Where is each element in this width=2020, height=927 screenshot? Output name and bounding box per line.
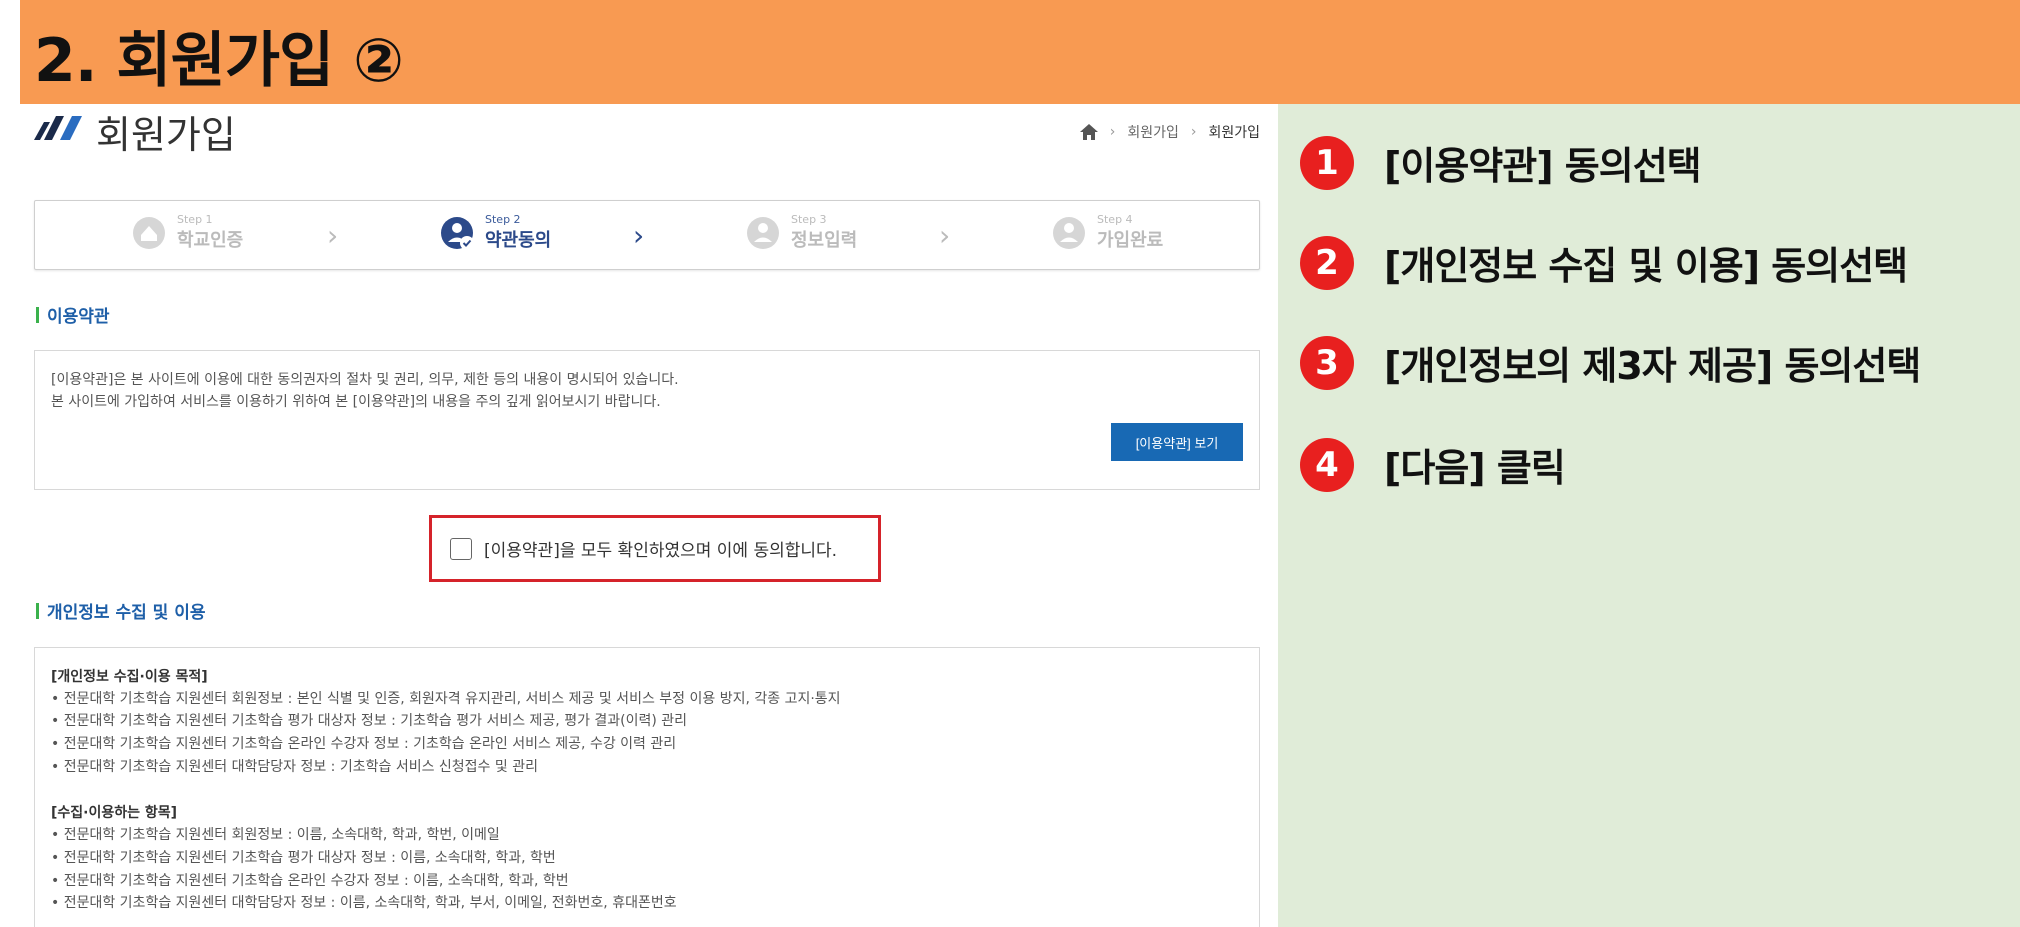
- instruction-text: [개인정보 수집 및 이용] 동의선택: [1384, 244, 1908, 288]
- step-3: Step 3 정보입력: [745, 213, 857, 252]
- privacy-section-title: 개인정보 수집 및 이용: [36, 598, 206, 623]
- privacy-purpose-item: • 전문대학 기초학습 지원센터 대학담당자 정보 : 기초학습 서비스 신청접…: [51, 759, 538, 775]
- step-label: 정보입력: [791, 230, 858, 251]
- privacy-collected-item: • 전문대학 기초학습 지원센터 대학담당자 정보 : 이름, 소속대학, 학과…: [51, 895, 677, 911]
- step-number-badge: 3: [1300, 335, 1354, 390]
- user-check-icon: [441, 216, 474, 250]
- instructions-panel: 1 [이용약관] 동의선택 2 [개인정보 수집 및 이용] 동의선택 3 [개…: [1278, 104, 2020, 927]
- step-sub: Step 3: [791, 213, 827, 226]
- step-number-badge: 1: [1300, 135, 1354, 190]
- privacy-items-heading: [수집·이용하는 항목]: [51, 805, 178, 821]
- section-title-text: 개인정보 수집 및 이용: [47, 603, 206, 623]
- user-complete-icon: [1053, 216, 1085, 249]
- chevron-right-icon: ›: [939, 219, 951, 252]
- terms-box: [이용약관]은 본 사이트에 이용에 대한 동의권자의 절차 및 권리, 의무,…: [34, 350, 1260, 490]
- instruction-3: 3 [개인정보의 제3자 제공] 동의선택: [1300, 335, 1921, 390]
- privacy-purpose-item: • 전문대학 기초학습 지원센터 기초학습 온라인 수강자 정보 : 기초학습 …: [51, 736, 677, 752]
- step-label: 학교인증: [177, 230, 244, 251]
- privacy-purpose-item: • 전문대학 기초학습 지원센터 기초학습 평가 대상자 정보 : 기초학습 평…: [51, 713, 688, 729]
- privacy-collected-item: • 전문대학 기초학습 지원센터 기초학습 평가 대상자 정보 : 이름, 소속…: [51, 850, 556, 866]
- step-sub: Step 1: [177, 213, 213, 226]
- title-banner: 2. 회원가입 ②: [20, 0, 2020, 104]
- page-title: 회원가입: [96, 113, 236, 157]
- instruction-text: [다음] 클릭: [1384, 446, 1566, 490]
- chevron-right-icon: ›: [1109, 124, 1116, 140]
- section-marker: [36, 306, 39, 323]
- instruction-2: 2 [개인정보 수집 및 이용] 동의선택: [1300, 235, 1908, 290]
- instruction-4: 4 [다음] 클릭: [1300, 437, 1566, 492]
- step-number-badge: 2: [1300, 235, 1354, 290]
- section-marker: [36, 602, 39, 619]
- chevron-right-icon: ›: [1190, 124, 1197, 140]
- instruction-text: [이용약관] 동의선택: [1384, 144, 1702, 188]
- logo-slash-icon: [34, 116, 82, 140]
- breadcrumb: › 회원가입 › 회원가입: [1079, 122, 1260, 142]
- home-icon[interactable]: [1079, 124, 1098, 140]
- privacy-box: [개인정보 수집·이용 목적] • 전문대학 기초학습 지원센터 회원정보 : …: [34, 647, 1260, 927]
- chevron-right-icon: ›: [327, 219, 339, 252]
- instruction-1: 1 [이용약관] 동의선택: [1300, 135, 1702, 190]
- chevron-right-icon: ›: [633, 219, 645, 252]
- signup-stepper: Step 1 학교인증 › Step 2 약관동의 › Step 3 정보입력 …: [34, 200, 1260, 270]
- privacy-purpose-heading: [개인정보 수집·이용 목적]: [51, 669, 208, 685]
- step-label: 가입완료: [1097, 230, 1164, 251]
- step-label: 약관동의: [485, 230, 552, 251]
- privacy-collected-item: • 전문대학 기초학습 지원센터 기초학습 온라인 수강자 정보 : 이름, 소…: [51, 873, 569, 889]
- user-edit-icon: [747, 216, 779, 249]
- view-terms-button[interactable]: [이용약관] 보기: [1111, 423, 1243, 461]
- terms-agree-label[interactable]: [이용약관]을 모두 확인하였으며 이에 동의합니다.: [484, 536, 837, 561]
- privacy-collected-item: • 전문대학 기초학습 지원센터 회원정보 : 이름, 소속대학, 학과, 학번…: [51, 827, 500, 843]
- step-4: Step 4 가입완료: [1051, 213, 1163, 252]
- signup-page: 회원가입 › 회원가입 › 회원가입 Step 1 학교인증 › Step 2 …: [0, 104, 1278, 927]
- step-sub: Step 2: [485, 213, 521, 226]
- terms-agree-row[interactable]: [이용약관]을 모두 확인하였으며 이에 동의합니다.: [429, 515, 881, 582]
- breadcrumb-item[interactable]: 회원가입: [1127, 122, 1179, 142]
- terms-text-line: 본 사이트에 가입하여 서비스를 이용하기 위하여 본 [이용약관]의 내용을 …: [51, 394, 661, 410]
- terms-section-title: 이용약관: [36, 302, 110, 327]
- step-number-badge: 4: [1300, 437, 1354, 492]
- step-1: Step 1 학교인증: [131, 213, 243, 252]
- breadcrumb-current[interactable]: 회원가입: [1208, 122, 1260, 142]
- step-2: Step 2 약관동의: [439, 213, 551, 252]
- banner-title: 2. 회원가입 ②: [34, 26, 404, 96]
- school-cert-icon: [133, 216, 165, 249]
- privacy-purpose-item: • 전문대학 기초학습 지원센터 회원정보 : 본인 식별 및 인증, 회원자격…: [51, 691, 841, 707]
- terms-text-line: [이용약관]은 본 사이트에 이용에 대한 동의권자의 절차 및 권리, 의무,…: [51, 372, 679, 388]
- instruction-text: [개인정보의 제3자 제공] 동의선택: [1384, 344, 1921, 388]
- step-sub: Step 4: [1097, 213, 1133, 226]
- section-title-text: 이용약관: [47, 307, 110, 327]
- terms-agree-checkbox[interactable]: [450, 537, 472, 560]
